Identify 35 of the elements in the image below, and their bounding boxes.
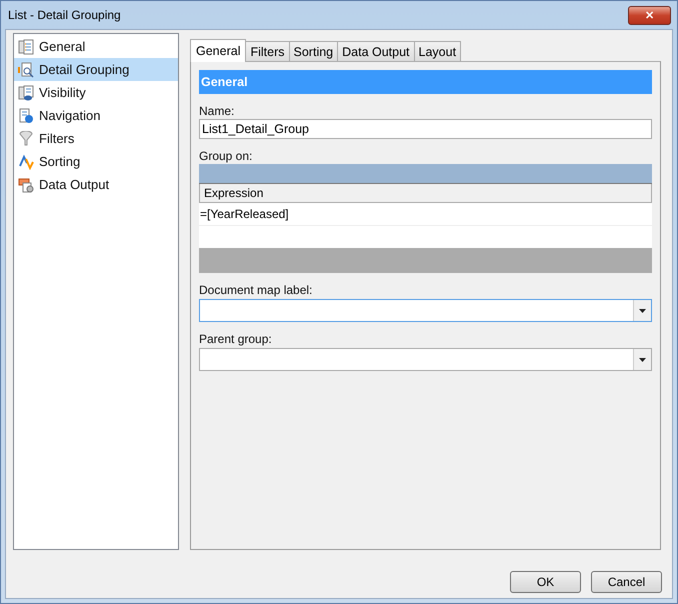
section-header: General <box>199 70 652 94</box>
sidebar-item[interactable]: Navigation <box>14 104 178 127</box>
sidebar-item[interactable]: General <box>14 35 178 58</box>
tab[interactable]: General <box>190 39 246 62</box>
field-label: Name: <box>199 104 236 118</box>
tab[interactable]: Layout <box>414 41 462 61</box>
navigation-icon <box>18 108 34 124</box>
output-icon <box>18 176 34 192</box>
grouping-icon <box>18 62 34 78</box>
tab[interactable]: Data Output <box>337 41 415 61</box>
sidebar-item[interactable]: Sorting <box>14 150 178 173</box>
ok-button[interactable]: OK <box>510 571 581 593</box>
field-label: Group on: <box>199 149 254 163</box>
sidebar-item[interactable]: Visibility <box>14 81 178 104</box>
cancel-button[interactable]: Cancel <box>591 571 662 593</box>
filter-icon <box>18 130 34 146</box>
column-header: Expression <box>199 184 652 203</box>
dropdown-button[interactable] <box>633 349 651 370</box>
caret-icon <box>639 358 646 362</box>
tab[interactable]: Sorting <box>288 41 338 61</box>
close-button[interactable]: ✕ <box>628 6 671 24</box>
name-field[interactable]: List1_Detail_Group <box>199 119 652 139</box>
tab[interactable]: Filters <box>245 41 290 61</box>
window-title: List - Detail Grouping <box>8 8 122 22</box>
sort-icon <box>18 154 34 170</box>
visibility-icon <box>18 84 34 100</box>
sidebar-item[interactable]: Filters <box>14 127 178 150</box>
dropdown-button[interactable] <box>633 300 651 321</box>
field-label: Document map label: <box>199 283 314 297</box>
table-cell[interactable]: =[YearReleased] <box>199 203 652 226</box>
field-label: Parent group: <box>199 332 273 346</box>
sidebar-item[interactable]: Data Output <box>14 173 178 196</box>
caret-icon <box>639 308 646 312</box>
sidebar-item[interactable]: Detail Grouping <box>14 58 178 81</box>
page-icon <box>18 38 34 54</box>
